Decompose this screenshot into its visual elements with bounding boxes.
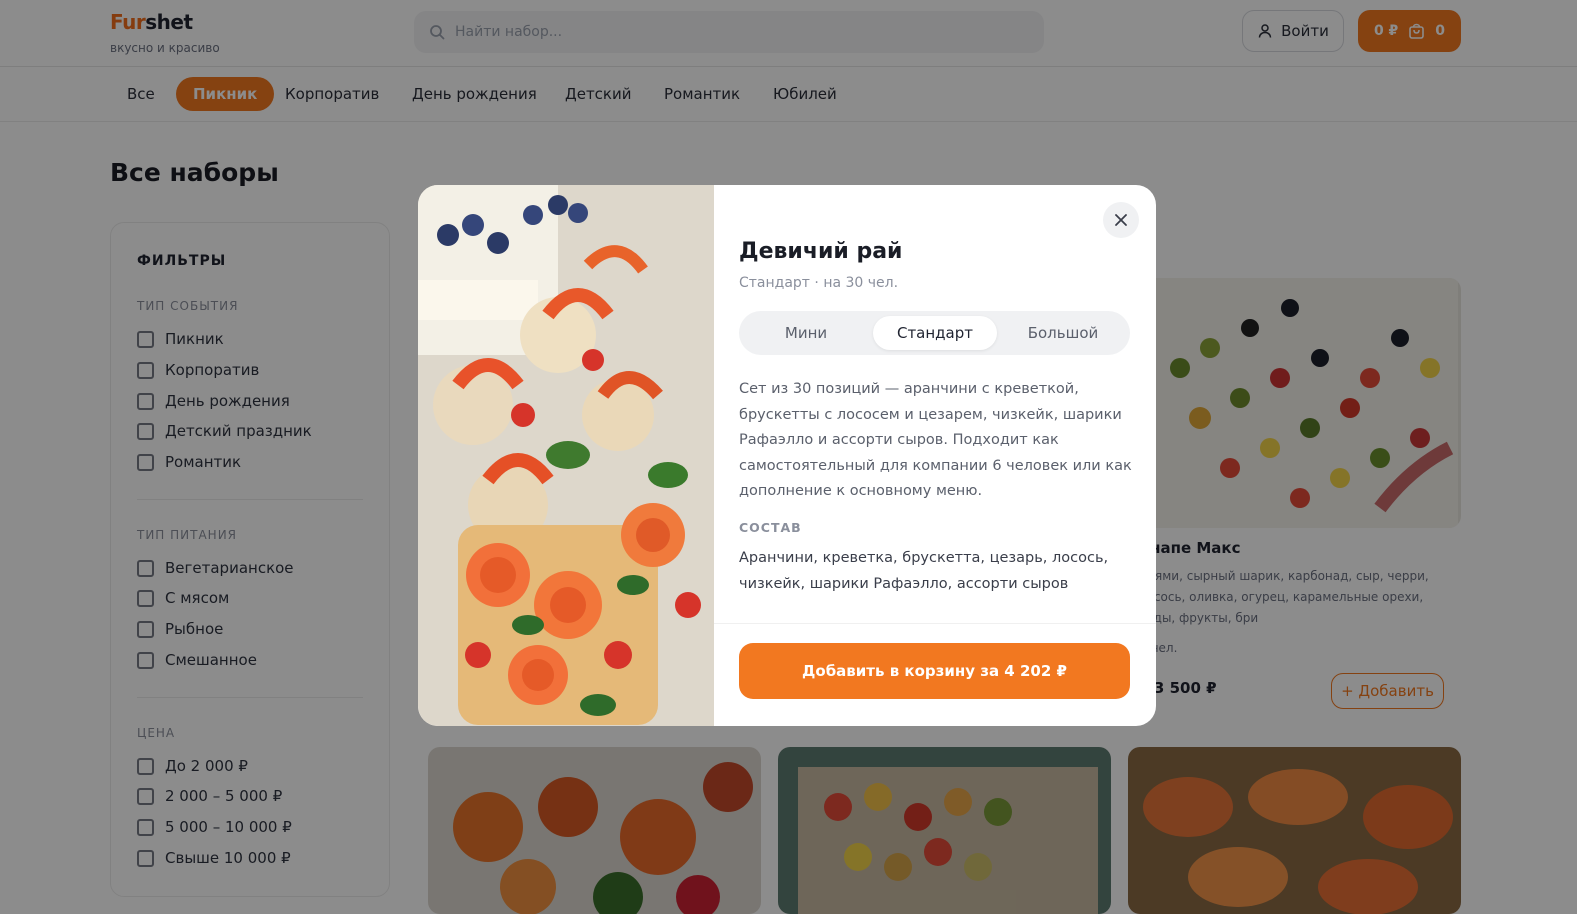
close-button[interactable]: [1103, 202, 1139, 238]
product-photo: [418, 185, 714, 726]
close-icon: [1115, 214, 1127, 226]
size-option-standard[interactable]: Стандарт: [873, 316, 997, 350]
divider: [714, 623, 1156, 624]
product-modal: Девичий рай Стандарт · на 30 чел. Мини С…: [418, 185, 1156, 726]
size-selector: Мини Стандарт Большой: [739, 311, 1130, 355]
composition-text: Аранчини, креветка, брускетта, цезарь, л…: [739, 550, 1109, 592]
modal-title: Девичий рай: [739, 239, 903, 264]
add-to-cart-modal-button[interactable]: Добавить в корзину за 4 202 ₽: [739, 643, 1130, 699]
composition-title: СОСТАВ: [739, 520, 802, 535]
size-option-large[interactable]: Большой: [1001, 316, 1125, 350]
size-option-mini[interactable]: Мини: [744, 316, 868, 350]
modal-subtitle: Стандарт · на 30 чел.: [739, 275, 899, 291]
modal-description: Сет из 30 позиций — аранчини с креветкой…: [739, 381, 1132, 499]
